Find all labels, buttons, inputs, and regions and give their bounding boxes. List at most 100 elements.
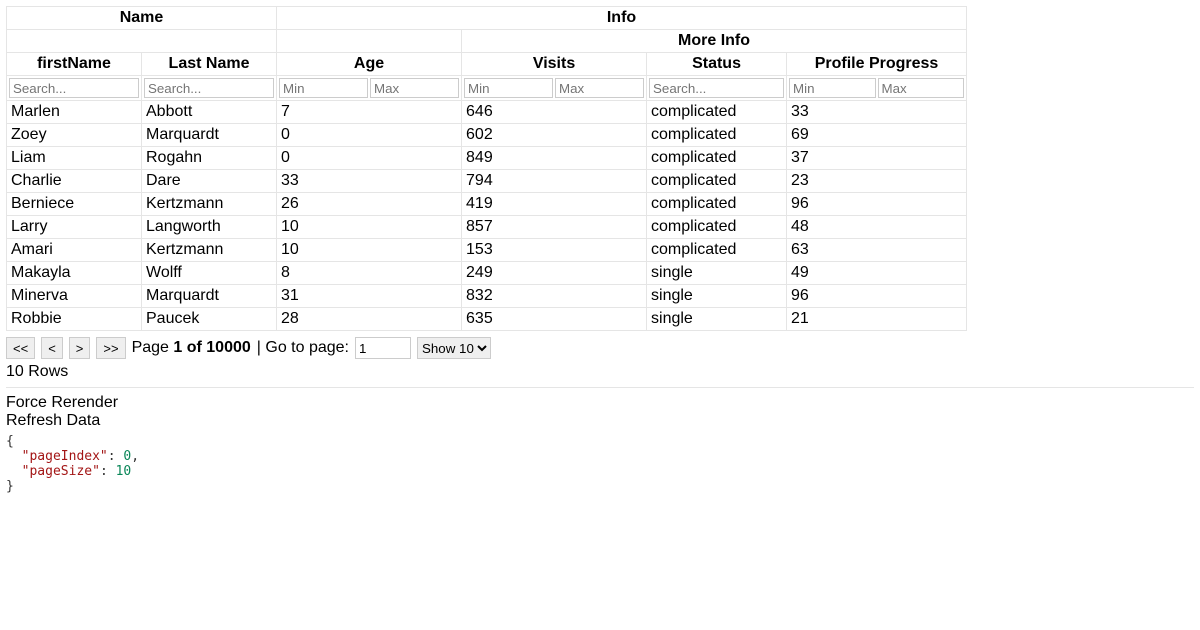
- table-row: MakaylaWolff8249single49: [7, 262, 967, 285]
- cell-visits: 794: [462, 170, 647, 193]
- column-group-more-info[interactable]: More Info: [462, 30, 967, 53]
- pagination-bar: << < > >> Page 1 of 10000 | Go to page: …: [6, 331, 1194, 361]
- filter-visits-max[interactable]: [555, 78, 644, 98]
- cell-firstName: Amari: [7, 239, 142, 262]
- cell-progress: 33: [787, 101, 967, 124]
- cell-firstName: Berniece: [7, 193, 142, 216]
- cell-firstName: Zoey: [7, 124, 142, 147]
- cell-age: 28: [277, 308, 462, 331]
- table-row: AmariKertzmann10153complicated63: [7, 239, 967, 262]
- cell-status: single: [647, 285, 787, 308]
- cell-firstName: Charlie: [7, 170, 142, 193]
- page-prev-button[interactable]: <: [41, 337, 63, 359]
- cell-lastName: Wolff: [142, 262, 277, 285]
- page-size-select[interactable]: Show 10: [417, 337, 491, 359]
- cell-visits: 419: [462, 193, 647, 216]
- data-table: Name Info More Info firstName Last Name …: [6, 6, 967, 331]
- column-group-name-sub: [7, 30, 277, 53]
- cell-visits: 249: [462, 262, 647, 285]
- cell-status: complicated: [647, 170, 787, 193]
- cell-visits: 849: [462, 147, 647, 170]
- page-indicator: Page 1 of 10000: [132, 339, 251, 357]
- cell-firstName: Marlen: [7, 101, 142, 124]
- cell-firstName: Larry: [7, 216, 142, 239]
- cell-status: complicated: [647, 216, 787, 239]
- column-group-info[interactable]: Info: [277, 7, 967, 30]
- filter-progress-min[interactable]: [789, 78, 876, 98]
- cell-progress: 23: [787, 170, 967, 193]
- cell-progress: 37: [787, 147, 967, 170]
- column-group-age-blank: [277, 30, 462, 53]
- cell-age: 10: [277, 216, 462, 239]
- cell-visits: 646: [462, 101, 647, 124]
- cell-progress: 69: [787, 124, 967, 147]
- cell-progress: 21: [787, 308, 967, 331]
- row-count-label: 10 Rows: [6, 361, 1194, 385]
- table-row: MinervaMarquardt31832single96: [7, 285, 967, 308]
- table-row: ZoeyMarquardt0602complicated69: [7, 124, 967, 147]
- filter-lastname[interactable]: [144, 78, 274, 98]
- cell-firstName: Makayla: [7, 262, 142, 285]
- cell-visits: 635: [462, 308, 647, 331]
- cell-age: 8: [277, 262, 462, 285]
- header-firstname[interactable]: firstName: [7, 53, 142, 76]
- cell-visits: 602: [462, 124, 647, 147]
- cell-progress: 49: [787, 262, 967, 285]
- table-row: LiamRogahn0849complicated37: [7, 147, 967, 170]
- force-rerender-button[interactable]: Force Rerender: [6, 394, 1194, 412]
- header-visits[interactable]: Visits: [462, 53, 647, 76]
- page-last-button[interactable]: >>: [96, 337, 125, 359]
- cell-age: 7: [277, 101, 462, 124]
- cell-lastName: Marquardt: [142, 124, 277, 147]
- page-next-button[interactable]: >: [69, 337, 91, 359]
- table-row: BernieceKertzmann26419complicated96: [7, 193, 967, 216]
- cell-lastName: Kertzmann: [142, 193, 277, 216]
- cell-visits: 153: [462, 239, 647, 262]
- cell-lastName: Langworth: [142, 216, 277, 239]
- cell-lastName: Paucek: [142, 308, 277, 331]
- filter-age-max[interactable]: [370, 78, 459, 98]
- cell-status: complicated: [647, 124, 787, 147]
- header-age[interactable]: Age: [277, 53, 462, 76]
- cell-visits: 832: [462, 285, 647, 308]
- header-lastname[interactable]: Last Name: [142, 53, 277, 76]
- cell-firstName: Liam: [7, 147, 142, 170]
- cell-status: complicated: [647, 239, 787, 262]
- cell-age: 31: [277, 285, 462, 308]
- column-group-name[interactable]: Name: [7, 7, 277, 30]
- cell-status: complicated: [647, 193, 787, 216]
- page-first-button[interactable]: <<: [6, 337, 35, 359]
- cell-status: single: [647, 308, 787, 331]
- table-row: RobbiePaucek28635single21: [7, 308, 967, 331]
- cell-age: 0: [277, 124, 462, 147]
- filter-progress-max[interactable]: [878, 78, 965, 98]
- cell-age: 10: [277, 239, 462, 262]
- header-progress[interactable]: Profile Progress: [787, 53, 967, 76]
- cell-age: 26: [277, 193, 462, 216]
- refresh-data-button[interactable]: Refresh Data: [6, 412, 1194, 430]
- filter-status[interactable]: [649, 78, 784, 98]
- cell-status: single: [647, 262, 787, 285]
- cell-progress: 96: [787, 285, 967, 308]
- state-json: { "pageIndex": 0, "pageSize": 10 }: [6, 434, 1194, 494]
- cell-lastName: Kertzmann: [142, 239, 277, 262]
- filter-visits-min[interactable]: [464, 78, 553, 98]
- filter-firstname[interactable]: [9, 78, 139, 98]
- cell-firstName: Robbie: [7, 308, 142, 331]
- filter-age-min[interactable]: [279, 78, 368, 98]
- goto-page-input[interactable]: [355, 337, 411, 359]
- table-row: CharlieDare33794complicated23: [7, 170, 967, 193]
- table-row: LarryLangworth10857complicated48: [7, 216, 967, 239]
- cell-lastName: Dare: [142, 170, 277, 193]
- cell-age: 33: [277, 170, 462, 193]
- cell-status: complicated: [647, 101, 787, 124]
- cell-lastName: Abbott: [142, 101, 277, 124]
- cell-age: 0: [277, 147, 462, 170]
- cell-progress: 96: [787, 193, 967, 216]
- cell-status: complicated: [647, 147, 787, 170]
- goto-label: | Go to page:: [257, 339, 349, 357]
- cell-lastName: Rogahn: [142, 147, 277, 170]
- header-status[interactable]: Status: [647, 53, 787, 76]
- cell-firstName: Minerva: [7, 285, 142, 308]
- cell-lastName: Marquardt: [142, 285, 277, 308]
